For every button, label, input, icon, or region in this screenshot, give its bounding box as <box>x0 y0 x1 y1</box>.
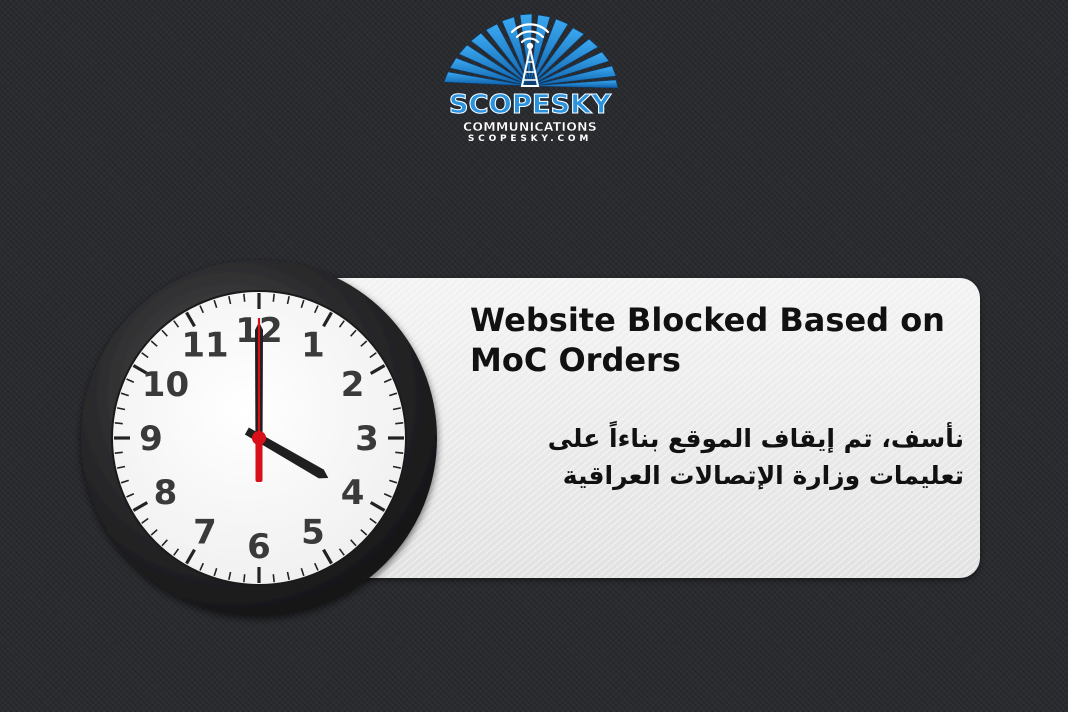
clock-numeral: 1 <box>301 325 325 365</box>
clock-numeral: 3 <box>355 419 379 459</box>
minute-tick <box>114 422 123 425</box>
minute-tick <box>243 574 246 583</box>
minute-tick <box>395 451 404 454</box>
logo-name: SCOPESKY <box>448 90 612 121</box>
minute-tick <box>395 422 404 425</box>
blocked-title: Website Blocked Based on MoC Orders <box>470 301 945 379</box>
scopesky-logo: SCOPESKY COMMUNICATIONS SCOPESKY.COM <box>434 10 626 148</box>
logo-url: SCOPESKY.COM <box>467 134 593 144</box>
minute-tick <box>114 451 123 454</box>
clock-numeral: 8 <box>154 473 178 513</box>
blocked-message-arabic: نأسف، تم إيقاف الموقع بناءاً على تعليمات… <box>547 424 964 490</box>
clock-numeral: 9 <box>139 419 163 459</box>
logo-tagline: COMMUNICATIONS <box>463 119 597 134</box>
clock-numeral: 6 <box>247 527 271 567</box>
minute-tick <box>272 293 275 302</box>
clock-numeral: 11 <box>181 325 228 365</box>
wall-clock: 121234567891011 <box>81 260 437 616</box>
minute-tick <box>272 574 275 583</box>
minute-tick <box>243 293 246 302</box>
clock-numeral: 4 <box>341 473 365 513</box>
clock-numeral: 2 <box>341 365 365 405</box>
clock-numeral: 5 <box>301 513 325 553</box>
clock-numeral: 10 <box>142 365 189 405</box>
clock-numeral: 7 <box>193 513 217 553</box>
clock-center-cap <box>252 431 266 445</box>
